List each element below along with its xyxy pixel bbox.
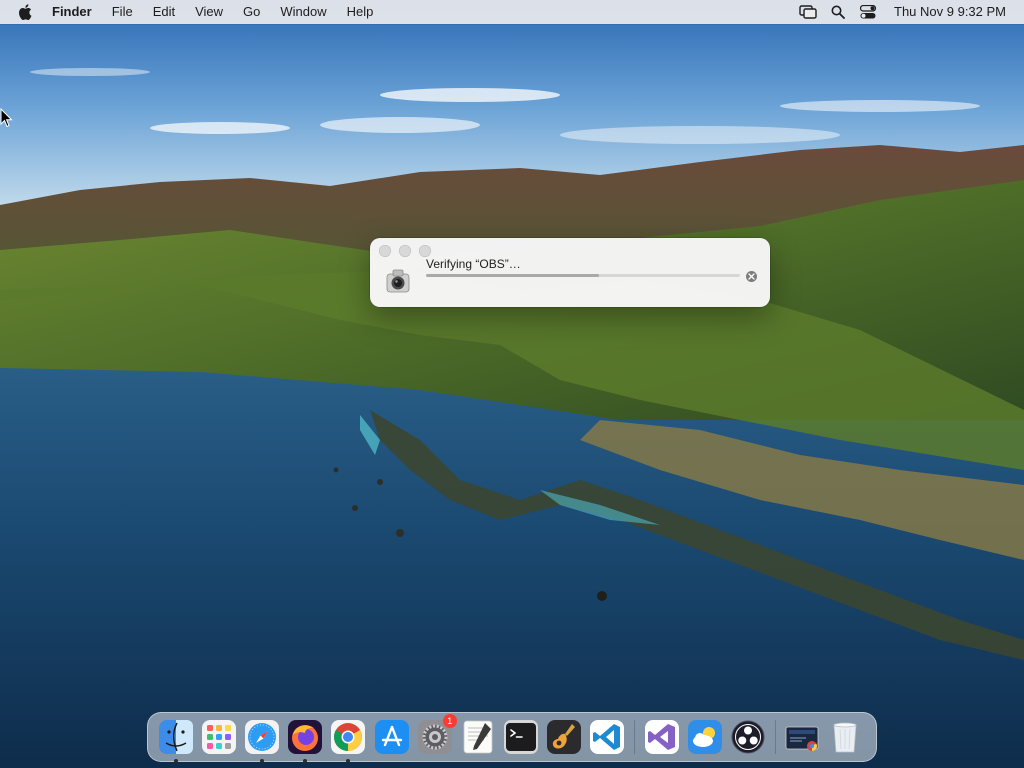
dock-item-app-store[interactable]: [374, 719, 410, 755]
desktop-wallpaper: [0, 0, 1024, 768]
menu-view[interactable]: View: [185, 0, 233, 24]
window-close-button[interactable]: [379, 245, 391, 257]
progress-fill: [426, 274, 599, 277]
dock-item-chrome[interactable]: [330, 719, 366, 763]
textedit-icon: [463, 720, 493, 754]
menu-edit[interactable]: Edit: [143, 0, 185, 24]
firefox-icon: [288, 720, 323, 754]
window-minimize-button[interactable]: [399, 245, 411, 257]
dock: 1: [147, 712, 877, 763]
dock-separator: [774, 720, 776, 754]
menu-bar-status-area: Thu Nov 9 9:32 PM: [796, 0, 1024, 24]
downloads-stack-icon: [785, 726, 819, 751]
dock-item-vscode[interactable]: [589, 719, 625, 755]
dock-separator: [634, 720, 636, 754]
finder-icon: [158, 720, 193, 754]
menu-help[interactable]: Help: [337, 0, 384, 24]
spotlight-search-icon[interactable]: [826, 2, 850, 22]
dock-item-garageband[interactable]: [546, 719, 582, 755]
window-zoom-button[interactable]: [419, 245, 431, 257]
menu-file[interactable]: File: [102, 0, 143, 24]
menu-window[interactable]: Window: [270, 0, 336, 24]
obs-icon: [731, 720, 765, 754]
notification-badge: 1: [442, 714, 457, 728]
menu-bar-clock[interactable]: Thu Nov 9 9:32 PM: [886, 0, 1006, 24]
dock-item-trash[interactable]: [827, 719, 863, 755]
dock-item-launchpad[interactable]: [201, 719, 237, 755]
desktop[interactable]: Finder File Edit View Go Window Help Thu…: [0, 0, 1024, 768]
cancel-verification-button[interactable]: [746, 271, 757, 282]
verification-progress-bar: [426, 274, 740, 277]
cancel-x-icon: [748, 273, 755, 280]
verifying-dialog: Verifying “OBS”…: [370, 238, 770, 307]
dock-item-obs[interactable]: [730, 719, 766, 755]
dock-item-system-preferences[interactable]: 1: [417, 714, 457, 755]
dock-item-safari[interactable]: [244, 719, 280, 763]
menu-app-finder[interactable]: Finder: [42, 0, 102, 24]
apple-logo-icon[interactable]: [18, 4, 32, 20]
menu-bar-left: Finder File Edit View Go Window Help: [0, 0, 383, 24]
dock-item-terminal[interactable]: [503, 719, 539, 755]
obs-installer-icon: [386, 269, 410, 293]
terminal-icon: [504, 720, 539, 754]
chrome-icon: [331, 720, 366, 754]
launchpad-icon: [201, 720, 236, 754]
vscode-icon: [590, 720, 625, 754]
visual-studio-icon: [644, 720, 679, 754]
dock-item-firefox[interactable]: [287, 719, 323, 763]
dock-item-finder[interactable]: [158, 719, 194, 763]
screen-mirroring-icon[interactable]: [796, 2, 820, 22]
safari-icon: [244, 720, 279, 754]
running-indicator: [259, 759, 264, 763]
mouse-cursor-icon: [0, 108, 13, 128]
trash-icon: [833, 722, 857, 753]
dock-item-visual-studio[interactable]: [644, 719, 680, 755]
garageband-icon: [547, 720, 582, 754]
running-indicator: [173, 759, 178, 763]
verifying-message: Verifying “OBS”…: [426, 257, 521, 271]
dock-item-textedit[interactable]: [460, 719, 496, 755]
app-store-icon: [374, 720, 409, 754]
menu-go[interactable]: Go: [233, 0, 270, 24]
dock-item-downloads-stack[interactable]: [784, 719, 820, 755]
menu-bar: Finder File Edit View Go Window Help Thu…: [0, 0, 1024, 24]
dock-item-weather[interactable]: [687, 719, 723, 755]
control-center-icon[interactable]: [856, 2, 880, 22]
weather-icon: [687, 720, 722, 754]
